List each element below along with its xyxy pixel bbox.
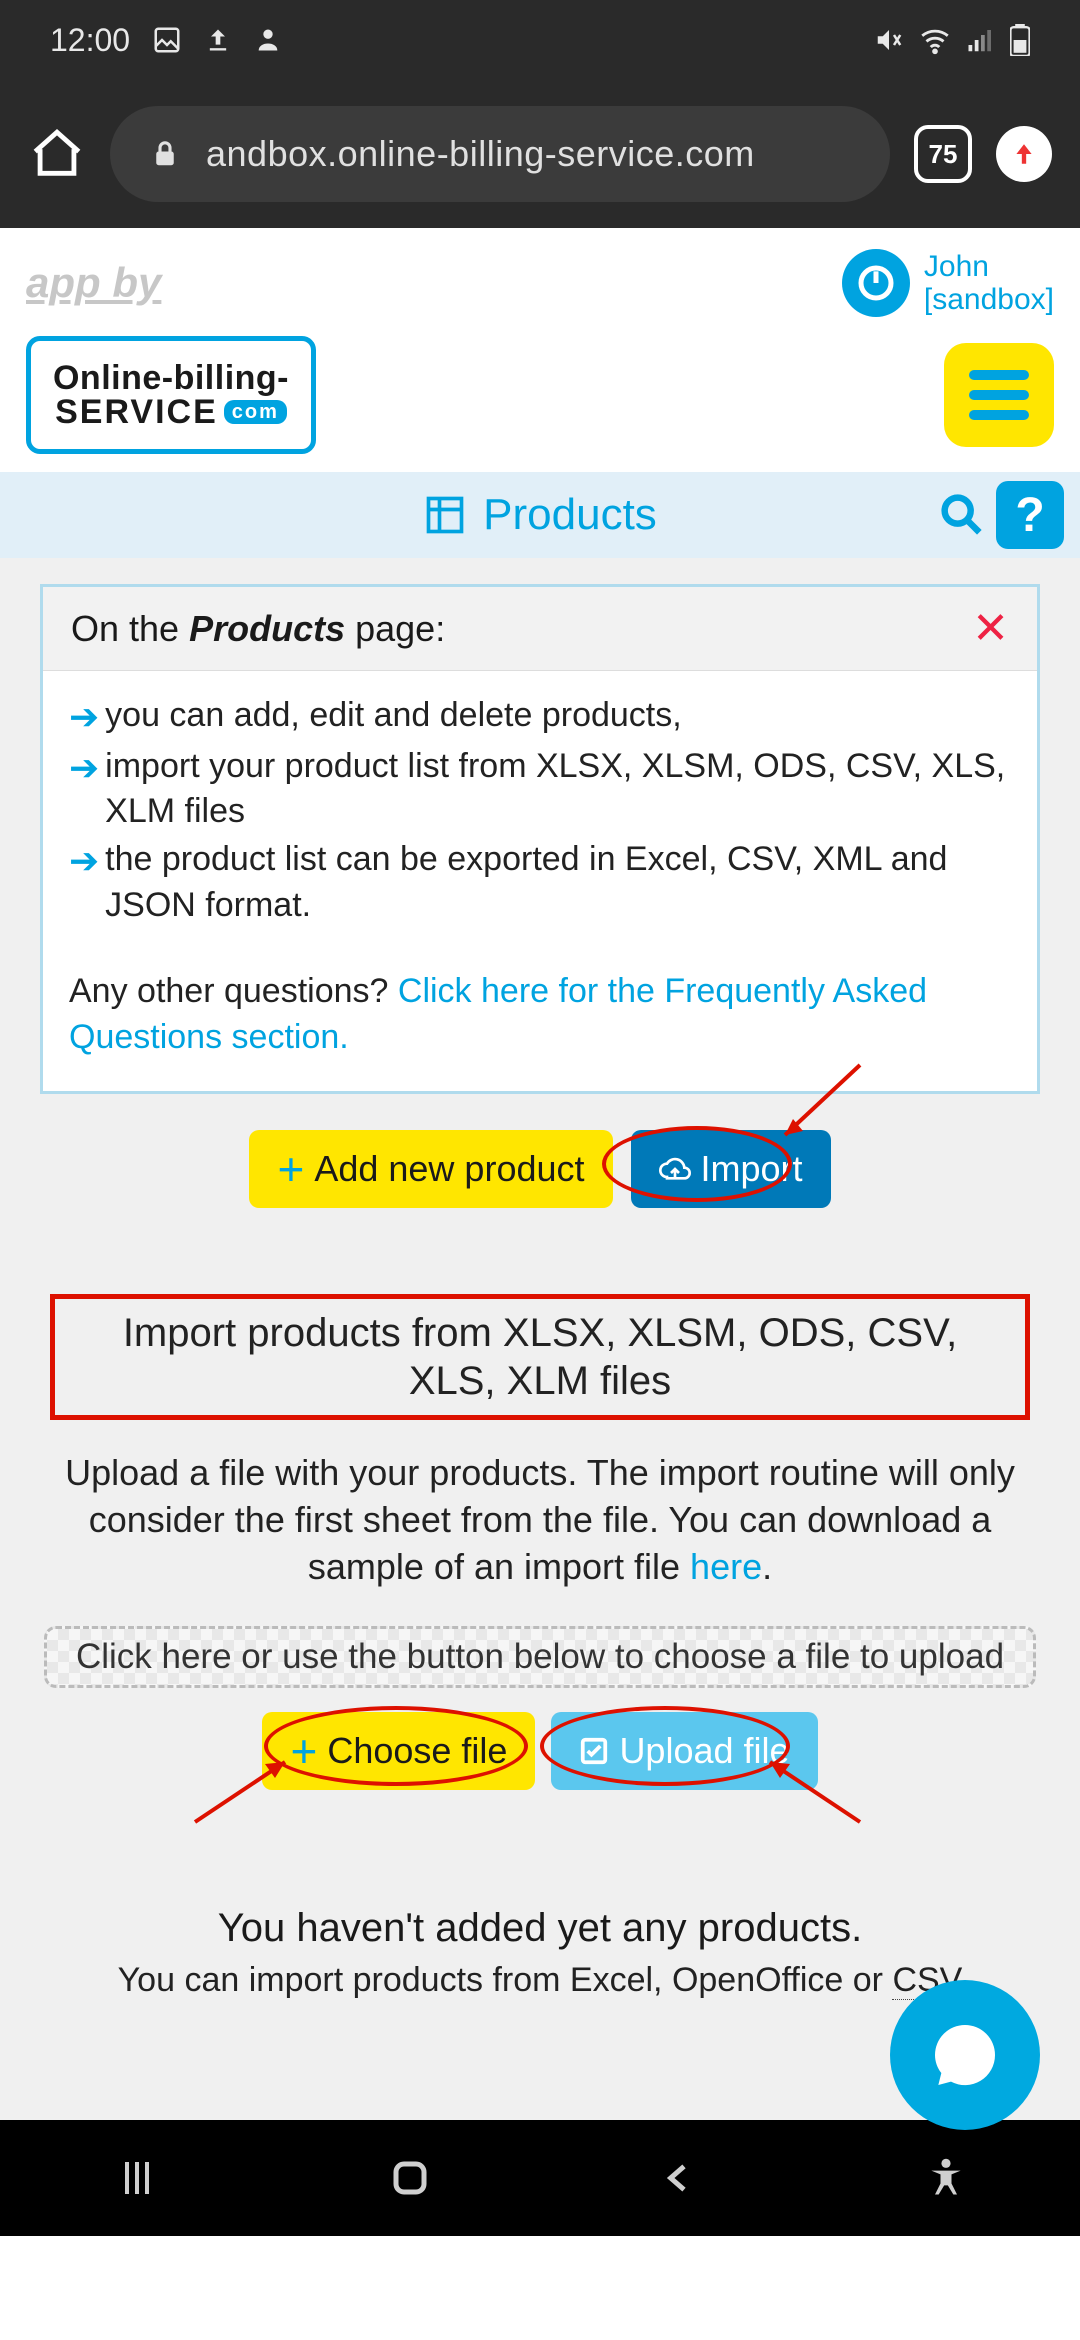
upload-icon [204,26,232,54]
close-icon[interactable]: ✕ [972,603,1009,654]
mute-icon [874,25,904,55]
url-text: andbox.online-billing-service.com [206,133,755,175]
add-product-button[interactable]: + Add new product [249,1130,612,1208]
page-title: Products [483,490,657,540]
person-icon [254,26,282,54]
import-description: Upload a file with your products. The im… [40,1450,1040,1590]
sample-link[interactable]: here [690,1546,762,1587]
user-box[interactable]: John [sandbox] [842,249,1054,317]
arrow-icon: ➔ [69,693,99,742]
statusbar: 12:00 [0,0,1080,80]
empty-title: You haven't added yet any products. [40,1906,1040,1951]
browser-bar: andbox.online-billing-service.com 75 [0,80,1080,228]
app-header: app by John [sandbox] [0,228,1080,328]
info-box: On the Products page: ✕ ➔you can add, ed… [40,584,1040,1094]
help-button[interactable]: ? [996,481,1064,549]
upload-file-label: Upload file [619,1730,789,1772]
add-product-label: Add new product [314,1148,584,1190]
info-bullet: import your product list from XLSX, XLSM… [105,744,1011,836]
app-by-label: app by [26,259,161,307]
accessibility-button[interactable] [924,2156,968,2200]
update-button[interactable] [996,126,1052,182]
power-icon [842,249,910,317]
home-button[interactable] [386,2154,434,2202]
logo-line2: SERVICE [55,395,218,429]
address-bar[interactable]: andbox.online-billing-service.com [110,106,890,202]
products-icon [423,493,467,537]
empty-subtitle: You can import products from Excel, Open… [40,1961,1040,2000]
tab-count[interactable]: 75 [914,125,972,183]
import-label: Import [701,1148,803,1190]
check-icon [579,1736,609,1766]
faq-line: Any other questions? Click here for the … [69,969,1011,1061]
search-icon[interactable] [936,489,988,541]
image-icon [152,25,182,55]
logo-row: Online-billing- SERVICEcom [0,328,1080,472]
logo-com: com [224,400,287,424]
system-navbar [0,2120,1080,2236]
cloud-icon [659,1153,691,1185]
home-icon[interactable] [28,125,86,183]
arrow-icon: ➔ [69,744,99,836]
info-bullet: the product list can be exported in Exce… [105,837,1011,929]
info-title: On the Products page: [71,608,445,650]
back-button[interactable] [659,2154,699,2202]
choose-file-button[interactable]: + Choose file [262,1712,535,1790]
content: On the Products page: ✕ ➔you can add, ed… [0,558,1080,2120]
status-time: 12:00 [50,22,130,59]
wifi-icon [918,23,952,57]
logo-line1: Online-billing- [53,361,289,395]
upload-dropzone[interactable]: Click here or use the button below to ch… [44,1626,1036,1688]
import-section-title: Import products from XLSX, XLSM, ODS, CS… [50,1294,1030,1420]
info-bullet: you can add, edit and delete products, [105,693,682,742]
arrow-icon: ➔ [69,837,99,929]
battery-icon [1010,24,1030,56]
plus-icon: + [277,1142,304,1196]
chat-fab[interactable] [890,1980,1040,2130]
user-env: [sandbox] [924,283,1054,316]
app-logo[interactable]: Online-billing- SERVICEcom [26,336,316,454]
lock-icon [150,136,180,172]
upload-file-button[interactable]: Upload file [551,1712,817,1790]
recents-button[interactable] [113,2154,161,2202]
user-name: John [924,250,1054,283]
page-header: Products ? [0,472,1080,558]
signal-icon [966,25,996,55]
hamburger-menu[interactable] [944,343,1054,447]
import-button[interactable]: Import [631,1130,831,1208]
choose-file-label: Choose file [327,1730,507,1772]
plus-icon: + [290,1724,317,1778]
